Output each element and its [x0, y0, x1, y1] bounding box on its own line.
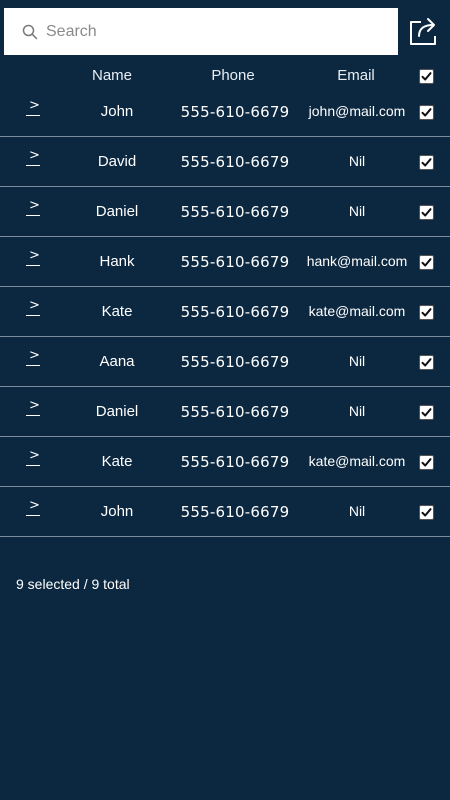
- table-row[interactable]: > Aana 555-610-6679 Nil: [0, 337, 450, 387]
- table-row[interactable]: > John 555-610-6679 john@mail.com: [0, 87, 450, 137]
- contact-phone: 555-610-6679: [180, 403, 290, 421]
- contact-phone: 555-610-6679: [180, 253, 290, 271]
- contact-email: kate@mail.com: [308, 453, 406, 469]
- row-checkbox[interactable]: [419, 205, 434, 220]
- row-checkbox[interactable]: [419, 155, 434, 170]
- checkmark-icon: [421, 208, 432, 217]
- column-header-name[interactable]: Name: [62, 67, 162, 84]
- share-button[interactable]: [407, 14, 441, 48]
- contact-name: Hank: [99, 253, 135, 270]
- chevron-right-icon: >: [29, 248, 40, 263]
- table-row[interactable]: > Kate 555-610-6679 kate@mail.com: [0, 437, 450, 487]
- contact-email: kate@mail.com: [308, 303, 406, 319]
- row-checkbox[interactable]: [419, 405, 434, 420]
- contact-name: Daniel: [95, 403, 139, 420]
- table-row[interactable]: > Kate 555-610-6679 kate@mail.com: [0, 287, 450, 337]
- contact-name: John: [100, 503, 134, 520]
- chevron-right-icon: >: [29, 348, 40, 363]
- table-row[interactable]: > John 555-610-6679 Nil: [0, 487, 450, 537]
- expand-row-button[interactable]: >: [26, 448, 40, 467]
- row-checkbox[interactable]: [419, 105, 434, 120]
- expand-row-button[interactable]: >: [26, 148, 40, 167]
- row-checkbox[interactable]: [419, 305, 434, 320]
- checkmark-icon: [421, 308, 432, 317]
- search-box[interactable]: [4, 8, 398, 55]
- expand-row-button[interactable]: >: [26, 198, 40, 217]
- contact-email: Nil: [348, 353, 366, 369]
- contact-name: Aana: [99, 353, 135, 370]
- checkmark-icon: [421, 508, 432, 517]
- row-checkbox[interactable]: [419, 505, 434, 520]
- contact-phone: 555-610-6679: [180, 303, 290, 321]
- checkmark-icon: [421, 458, 432, 467]
- contact-email: Nil: [348, 153, 366, 169]
- search-icon: [22, 24, 38, 39]
- row-checkbox[interactable]: [419, 355, 434, 370]
- chevron-right-icon: >: [29, 448, 40, 463]
- chevron-right-icon: >: [29, 498, 40, 513]
- checkmark-icon: [421, 158, 432, 167]
- chevron-right-icon: >: [29, 148, 40, 163]
- contact-phone: 555-610-6679: [180, 203, 290, 221]
- contact-name: Daniel: [95, 203, 139, 220]
- selection-summary: 9 selected / 9 total: [16, 576, 130, 592]
- row-checkbox[interactable]: [419, 255, 434, 270]
- contact-email: Nil: [348, 203, 366, 219]
- checkmark-icon: [421, 258, 432, 267]
- select-all-checkbox[interactable]: [419, 69, 434, 84]
- contact-list: > John 555-610-6679 john@mail.com > Davi…: [0, 87, 450, 537]
- expand-row-button[interactable]: >: [26, 248, 40, 267]
- expand-row-button[interactable]: >: [26, 398, 40, 417]
- chevron-right-icon: >: [29, 98, 40, 113]
- checkmark-icon: [421, 72, 432, 81]
- contact-phone: 555-610-6679: [180, 103, 290, 121]
- contact-phone: 555-610-6679: [180, 503, 290, 521]
- contact-phone: 555-610-6679: [180, 453, 290, 471]
- share-icon: [410, 18, 436, 45]
- table-row[interactable]: > David 555-610-6679 Nil: [0, 137, 450, 187]
- chevron-right-icon: >: [29, 298, 40, 313]
- expand-row-button[interactable]: >: [26, 498, 40, 517]
- contact-email: hank@mail.com: [306, 253, 408, 269]
- contact-email: Nil: [348, 403, 366, 419]
- chevron-right-icon: >: [29, 398, 40, 413]
- expand-row-button[interactable]: >: [26, 98, 40, 117]
- contact-email: john@mail.com: [308, 103, 406, 119]
- table-row[interactable]: > Hank 555-610-6679 hank@mail.com: [0, 237, 450, 287]
- table-header: Name Phone Email: [0, 62, 450, 90]
- checkmark-icon: [421, 108, 432, 117]
- table-row[interactable]: > Daniel 555-610-6679 Nil: [0, 187, 450, 237]
- expand-row-button[interactable]: >: [26, 298, 40, 317]
- contact-name: John: [100, 103, 134, 120]
- search-input[interactable]: [46, 22, 366, 41]
- contact-phone: 555-610-6679: [180, 353, 290, 371]
- contact-name: Kate: [101, 453, 133, 470]
- top-bar: [0, 0, 450, 62]
- table-row[interactable]: > Daniel 555-610-6679 Nil: [0, 387, 450, 437]
- column-header-email[interactable]: Email: [306, 67, 406, 84]
- expand-row-button[interactable]: >: [26, 348, 40, 367]
- row-checkbox[interactable]: [419, 455, 434, 470]
- contact-email: Nil: [348, 503, 366, 519]
- checkmark-icon: [421, 358, 432, 367]
- chevron-right-icon: >: [29, 198, 40, 213]
- column-header-phone[interactable]: Phone: [183, 67, 283, 84]
- contact-name: David: [97, 153, 137, 170]
- contact-name: Kate: [101, 303, 133, 320]
- checkmark-icon: [421, 408, 432, 417]
- contact-phone: 555-610-6679: [180, 153, 290, 171]
